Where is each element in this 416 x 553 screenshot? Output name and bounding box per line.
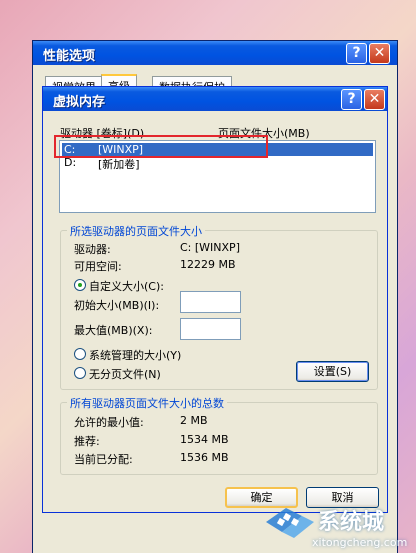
watermark-brand: 系统城: [318, 510, 385, 535]
initial-size-label: 初始大小(MB)(I):: [74, 299, 160, 312]
dialog-title: 虚拟内存: [53, 95, 106, 110]
set-button[interactable]: 设置(S): [296, 361, 369, 382]
highlight-box: [54, 135, 268, 158]
min-allowed-label: 允许的最小值:: [74, 416, 144, 429]
drive-label-text: 驱动器:: [74, 243, 111, 256]
drive-label: [新加卷]: [98, 158, 140, 171]
parent-window-title: 性能选项: [43, 49, 96, 64]
total-group-title: 所有驱动器页面文件大小的总数: [67, 395, 227, 411]
drive-value: C: [WINXP]: [180, 241, 240, 254]
dialog-help-button[interactable]: ?: [341, 89, 362, 110]
free-space-label: 可用空间:: [74, 260, 122, 273]
max-size-label: 最大值(MB)(X):: [74, 324, 153, 337]
system-managed-radio[interactable]: [74, 348, 86, 360]
currently-allocated-value: 1536 MB: [180, 451, 229, 464]
currently-allocated-label: 当前已分配:: [74, 453, 133, 466]
max-size-input[interactable]: [180, 318, 241, 340]
dialog-close-button[interactable]: ✕: [364, 89, 385, 110]
no-paging-file-radio[interactable]: [74, 367, 86, 379]
min-allowed-value: 2 MB: [180, 414, 208, 427]
custom-size-label[interactable]: 自定义大小(C):: [89, 278, 164, 294]
selected-drive-group-title: 所选驱动器的页面文件大小: [67, 223, 205, 239]
recommended-label: 推荐:: [74, 435, 100, 448]
watermark-logo-icon: [266, 508, 314, 538]
recommended-value: 1534 MB: [180, 433, 229, 446]
no-paging-file-label[interactable]: 无分页文件(N): [89, 366, 161, 382]
watermark-url: xitongcheng.com: [312, 536, 408, 549]
system-managed-label[interactable]: 系统管理的大小(Y): [89, 347, 181, 363]
initial-size-input[interactable]: [180, 291, 241, 313]
parent-close-button[interactable]: ✕: [369, 43, 390, 64]
dialog-title-bar: 虚拟内存 ? ✕: [43, 87, 387, 111]
parent-help-button[interactable]: ?: [346, 43, 367, 64]
free-space-value: 12229 MB: [180, 258, 236, 271]
custom-size-radio[interactable]: [74, 279, 86, 291]
parent-title-bar: 性能选项 ? ✕: [33, 41, 397, 65]
